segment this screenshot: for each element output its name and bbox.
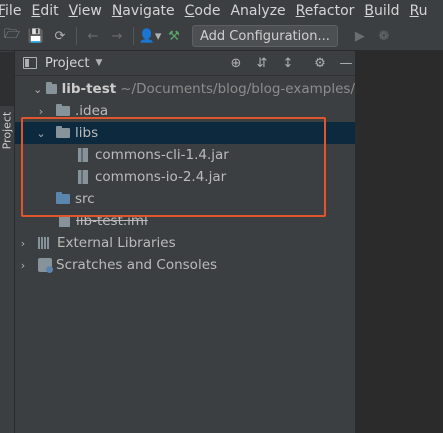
- project-panel: Project ▼ ⊕ ⇵ ↕ ⚙ — ⌄ lib-test ~/Documen…: [15, 51, 355, 433]
- tree-row-root[interactable]: ⌄ lib-test ~/Documents/blog/blog-example…: [15, 78, 355, 100]
- tree-row-iml[interactable]: lib-test.iml: [15, 210, 355, 232]
- folder-icon: [56, 126, 70, 138]
- chevron-down-icon[interactable]: ▼: [95, 58, 102, 68]
- toolbar-separator: [133, 27, 134, 45]
- panel-title[interactable]: Project: [45, 56, 89, 71]
- collapse-all-icon[interactable]: ↕: [275, 56, 301, 71]
- tree-row-libs[interactable]: ⌄ libs: [15, 122, 355, 144]
- menu-view[interactable]: View: [69, 3, 102, 19]
- iml-label: lib-test.iml: [76, 213, 148, 229]
- expanded-arrow-icon[interactable]: ⌄: [35, 127, 47, 140]
- user-dropdown-icon[interactable]: 👤▾: [138, 25, 162, 47]
- project-tool-tab[interactable]: Project: [0, 52, 14, 149]
- tree-row-src[interactable]: src: [15, 188, 355, 210]
- folder-icon: [56, 104, 70, 116]
- root-path: ~/Documents/blog/blog-examples/: [120, 81, 355, 97]
- sync-icon[interactable]: ⟳: [48, 25, 72, 47]
- menu-code[interactable]: Code: [185, 3, 221, 19]
- menu-analyze[interactable]: Analyze: [230, 3, 285, 19]
- tree-row-idea[interactable]: › .idea: [15, 100, 355, 122]
- module-file-icon: [59, 215, 70, 227]
- menu-bar: File Edit View Navigate Code Analyze Ref…: [0, 0, 443, 22]
- build-hammer-icon[interactable]: ⚒: [162, 25, 186, 47]
- idea-label: .idea: [75, 103, 109, 119]
- back-arrow-icon[interactable]: ←: [81, 25, 105, 47]
- jar-file-icon: [78, 170, 88, 184]
- project-view-icon: [23, 57, 37, 69]
- expand-all-icon[interactable]: ⇵: [249, 56, 275, 71]
- project-tool-label: Project: [0, 111, 14, 150]
- expanded-arrow-icon[interactable]: ⌄: [33, 83, 43, 96]
- library-icon: [38, 237, 52, 249]
- panel-tools: ⊕ ⇵ ↕ ⚙ —: [223, 51, 359, 75]
- forward-arrow-icon[interactable]: →: [105, 25, 129, 47]
- menu-navigate[interactable]: Navigate: [112, 3, 175, 19]
- locate-icon[interactable]: ⊕: [223, 56, 249, 71]
- gear-icon[interactable]: ⚙: [307, 56, 333, 71]
- tree-row-scratches[interactable]: › Scratches and Consoles: [15, 254, 355, 276]
- jar-file-icon: [78, 148, 88, 162]
- scratches-icon: [38, 258, 53, 273]
- menu-edit[interactable]: Edit: [31, 3, 58, 19]
- module-folder-icon: [45, 82, 57, 94]
- debug-icon[interactable]: ❁: [372, 25, 396, 47]
- source-folder-icon: [56, 192, 70, 204]
- menu-run[interactable]: Ru: [410, 3, 428, 19]
- external-libraries-label: External Libraries: [57, 235, 176, 251]
- tree-row-external-libraries[interactable]: › External Libraries: [15, 232, 355, 254]
- run-icon[interactable]: ▶: [348, 25, 372, 47]
- jar-label: commons-cli-1.4.jar: [95, 147, 229, 163]
- collapsed-arrow-icon[interactable]: ›: [17, 259, 29, 272]
- root-name: lib-test: [61, 81, 117, 97]
- panel-header: Project ▼ ⊕ ⇵ ↕ ⚙ —: [15, 51, 355, 76]
- src-label: src: [75, 191, 95, 207]
- toolbar-separator: [76, 27, 77, 45]
- editor-area: [357, 51, 443, 433]
- add-configuration-button[interactable]: Add Configuration...: [192, 25, 338, 47]
- tree-row-jar[interactable]: commons-cli-1.4.jar: [15, 144, 355, 166]
- jar-label: commons-io-2.4.jar: [95, 169, 227, 185]
- collapsed-arrow-icon[interactable]: ›: [17, 237, 29, 250]
- collapsed-arrow-icon[interactable]: ›: [35, 105, 47, 118]
- menu-refactor[interactable]: Refactor: [296, 3, 355, 19]
- save-all-icon[interactable]: 💾: [24, 25, 48, 47]
- menu-build[interactable]: Build: [364, 3, 399, 19]
- open-folder-icon[interactable]: 🗁: [0, 25, 24, 47]
- tree-row-jar[interactable]: commons-io-2.4.jar: [15, 166, 355, 188]
- main-toolbar: 🗁 💾 ⟳ ← → 👤▾ ⚒ Add Configuration... ▶ ❁: [0, 22, 443, 51]
- menu-file[interactable]: File: [0, 3, 21, 19]
- libs-label: libs: [75, 125, 99, 141]
- scratches-label: Scratches and Consoles: [56, 257, 218, 273]
